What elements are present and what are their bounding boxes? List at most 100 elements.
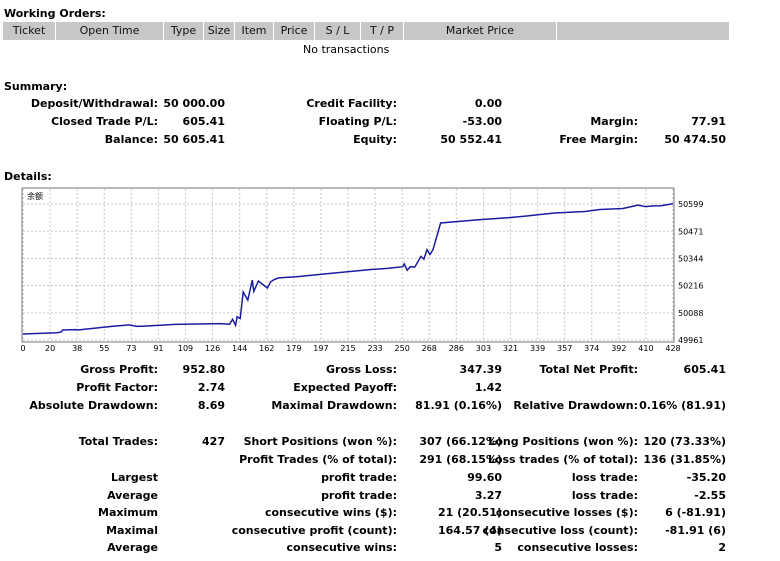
col-ticket[interactable]: Ticket (3, 22, 56, 40)
x-tick-label: 20 (45, 344, 55, 353)
loss-trades-value: 136 (31.85%) (643, 453, 726, 466)
x-tick-label: 233 (367, 344, 382, 353)
x-tick-label: 321 (503, 344, 518, 353)
x-tick-label: 410 (638, 344, 653, 353)
gross-loss-label: Gross Loss: (326, 363, 397, 376)
max-cons-wins-label: consecutive wins ($): (264, 506, 397, 519)
col-open-time[interactable]: Open Time (56, 22, 164, 40)
x-tick-label: 162 (259, 344, 274, 353)
x-tick-label: 73 (126, 344, 136, 353)
x-tick-label: 215 (340, 344, 355, 353)
y-tick-label: 50471 (678, 227, 703, 236)
rel-drawdown-value: 0.16% (81.91) (639, 399, 726, 412)
average-profit-label: profit trade: (321, 489, 397, 502)
y-tick-label: 50216 (678, 282, 703, 291)
y-tick-label: 50599 (678, 200, 703, 209)
x-tick-label: 357 (557, 344, 572, 353)
max-cons-profit-label: consecutive profit (count): (231, 524, 397, 537)
col-extra (557, 22, 729, 40)
loss-trades-label: Loss trades (% of total): (487, 453, 638, 466)
free-margin-label: Free Margin: (559, 133, 638, 146)
col-market-price[interactable]: Market Price (404, 22, 557, 40)
deposit-label: Deposit/Withdrawal: (30, 97, 158, 110)
balance-label: Balance: (104, 133, 158, 146)
balance-chart: 余额 0 20 38 55 73 91 109 126 144 162 179 197 215 233 25… (20, 187, 703, 353)
credit-value: 0.00 (474, 97, 502, 110)
avg-cons-losses-value: 2 (718, 541, 726, 554)
x-tick-label: 268 (422, 344, 437, 353)
summary-title: Summary: (4, 80, 68, 93)
largest-loss-label: loss trade: (571, 471, 638, 484)
total-trades-label: Total Trades: (78, 435, 158, 448)
avg-cons-losses-label: consecutive losses: (517, 541, 638, 554)
orders-table-header: Ticket Open Time Type Size Item Price S … (3, 22, 729, 40)
max-drawdown-value: 81.91 (0.16%) (415, 399, 502, 412)
x-tick-label: 109 (178, 344, 193, 353)
credit-label: Credit Facility: (306, 97, 397, 110)
rel-drawdown-label: Relative Drawdown: (513, 399, 638, 412)
details-title: Details: (4, 170, 52, 183)
max-cons-losses-value: 6 (-81.91) (665, 506, 726, 519)
abs-drawdown-value: 8.69 (197, 399, 225, 412)
x-tick-label: 179 (286, 344, 301, 353)
profit-factor-value: 2.74 (197, 381, 225, 394)
x-tick-label: 392 (611, 344, 626, 353)
gross-profit-value: 952.80 (182, 363, 225, 376)
net-profit-value: 605.41 (683, 363, 726, 376)
x-tick-label: 55 (99, 344, 109, 353)
maximum-label: Maximum (98, 506, 158, 519)
avg-cons-wins-label: consecutive wins: (286, 541, 397, 554)
col-size[interactable]: Size (204, 22, 235, 40)
max-cons-loss-value: -81.91 (6) (665, 524, 726, 537)
short-positions-label: Short Positions (won %): (243, 435, 397, 448)
col-price[interactable]: Price (274, 22, 315, 40)
max-drawdown-label: Maximal Drawdown: (271, 399, 397, 412)
x-tick-label: 0 (20, 344, 25, 353)
average-label: Average (107, 489, 158, 502)
profit-trades-label: Profit Trades (% of total): (239, 453, 397, 466)
largest-profit-value: 99.60 (467, 471, 502, 484)
equity-value: 50 552.41 (440, 133, 502, 146)
long-positions-label: Long Positions (won %): (488, 435, 638, 448)
total-trades-value: 427 (202, 435, 225, 448)
expected-payoff-label: Expected Payoff: (293, 381, 397, 394)
col-tp[interactable]: T / P (361, 22, 404, 40)
closed-pl-label: Closed Trade P/L: (51, 115, 158, 128)
closed-pl-value: 605.41 (182, 115, 225, 128)
average-loss-value: -2.55 (694, 489, 726, 502)
chart-title: 余额 (27, 191, 43, 201)
max-cons-loss-label: consecutive loss (count): (482, 524, 638, 537)
floating-pl-label: Floating P/L: (318, 115, 397, 128)
col-sl[interactable]: S / L (315, 22, 361, 40)
largest-loss-value: -35.20 (686, 471, 726, 484)
average-loss-label: loss trade: (571, 489, 638, 502)
col-type[interactable]: Type (164, 22, 204, 40)
profit-factor-label: Profit Factor: (76, 381, 158, 394)
no-transactions-text: No transactions (303, 43, 390, 56)
x-tick-label: 339 (530, 344, 545, 353)
maximal-label: Maximal (106, 524, 158, 537)
col-item[interactable]: Item (235, 22, 274, 40)
deposit-value: 50 000.00 (163, 97, 225, 110)
expected-payoff-value: 1.42 (474, 381, 502, 394)
long-positions-value: 120 (73.33%) (643, 435, 726, 448)
net-profit-label: Total Net Profit: (539, 363, 639, 376)
balance-value: 50 605.41 (163, 133, 225, 146)
x-tick-label: 91 (153, 344, 163, 353)
average-profit-value: 3.27 (474, 489, 502, 502)
gross-profit-label: Gross Profit: (80, 363, 158, 376)
avg-cons-wins-value: 5 (494, 541, 502, 554)
x-tick-label: 197 (313, 344, 328, 353)
y-tick-label: 49961 (678, 336, 703, 345)
margin-value: 77.91 (691, 115, 726, 128)
x-tick-label: 374 (584, 344, 599, 353)
x-tick-label: 428 (665, 344, 680, 353)
x-tick-label: 286 (449, 344, 464, 353)
max-cons-losses-label: consecutive losses ($): (495, 506, 638, 519)
equity-label: Equity: (353, 133, 397, 146)
x-tick-label: 303 (476, 344, 491, 353)
x-tick-label: 126 (205, 344, 220, 353)
free-margin-value: 50 474.50 (664, 133, 726, 146)
working-orders-title: Working Orders: (4, 7, 106, 20)
average2-label: Average (107, 541, 158, 554)
